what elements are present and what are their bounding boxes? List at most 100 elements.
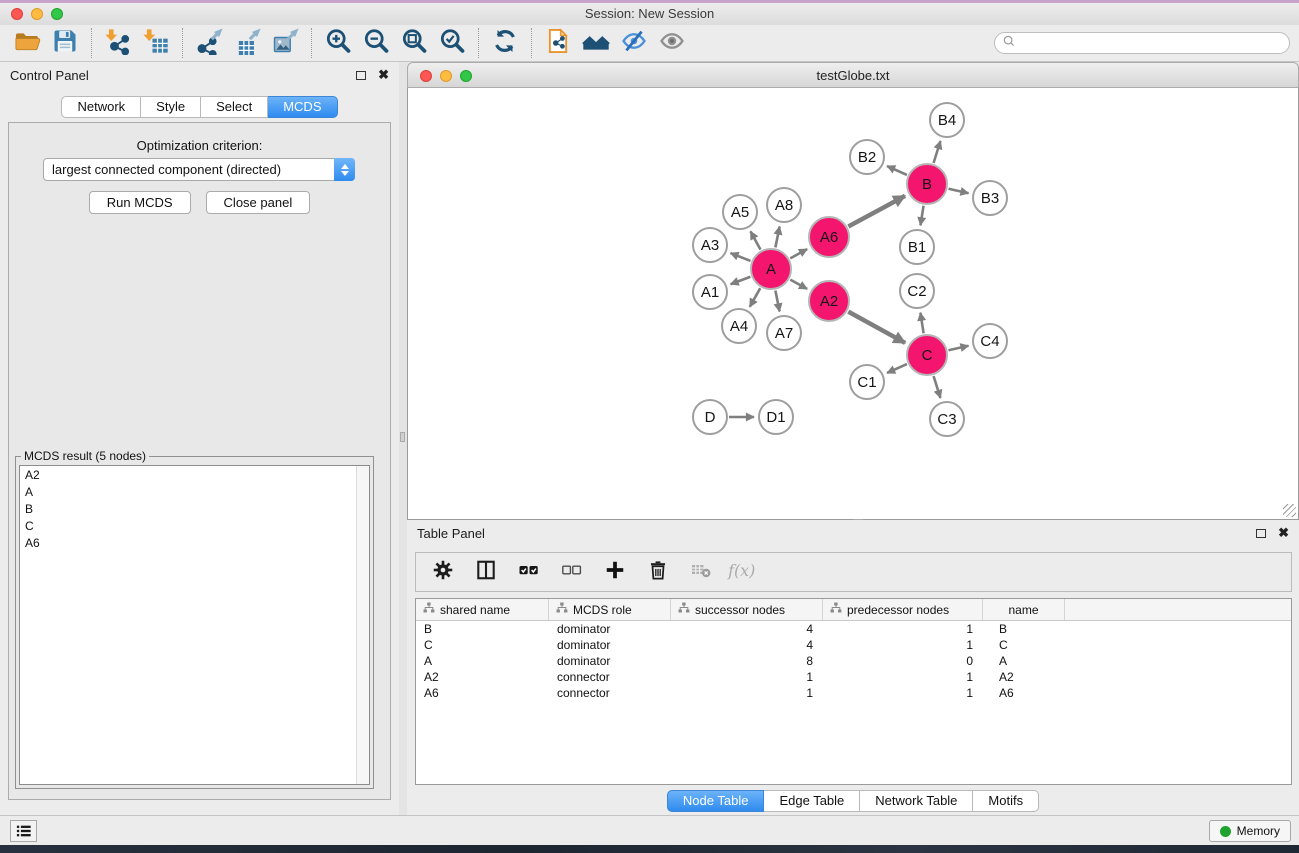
settings-button[interactable]	[430, 559, 456, 585]
graph-node-A[interactable]: A	[751, 249, 791, 289]
table-cell[interactable]: B	[983, 621, 1065, 637]
close-panel-button[interactable]: Close panel	[206, 191, 311, 214]
zoom-in-button[interactable]	[319, 27, 357, 59]
table-row[interactable]: A6connector11A6	[416, 685, 1291, 701]
delete-row-button[interactable]	[645, 559, 671, 585]
close-panel-icon[interactable]: ✖	[378, 70, 389, 80]
minimize-window-button[interactable]	[31, 8, 43, 20]
show-all-button[interactable]	[653, 27, 691, 59]
graph-node-B1[interactable]: B1	[900, 230, 934, 264]
graph-node-A4[interactable]: A4	[722, 309, 756, 343]
network-minimize-button[interactable]	[440, 70, 452, 82]
export-table-button[interactable]	[228, 27, 266, 59]
table-cell[interactable]: A2	[983, 669, 1065, 685]
optimization-criterion-dropdown[interactable]: largest connected component (directed)	[43, 158, 355, 181]
table-cell[interactable]: 4	[671, 621, 823, 637]
graph-node-C1[interactable]: C1	[850, 365, 884, 399]
splitter-grip[interactable]	[400, 432, 405, 442]
graph-node-D1[interactable]: D1	[759, 400, 793, 434]
graph-edge-A-A3[interactable]	[730, 253, 750, 261]
zoom-fit-button[interactable]	[395, 27, 433, 59]
save-session-button[interactable]	[46, 27, 84, 59]
tab-edge-table[interactable]: Edge Table	[764, 790, 860, 812]
graph-node-A6[interactable]: A6	[809, 217, 849, 257]
graph-node-C[interactable]: C	[907, 335, 947, 375]
column-header-successor-nodes[interactable]: successor nodes	[671, 599, 823, 620]
graph-node-A8[interactable]: A8	[767, 188, 801, 222]
table-cell[interactable]: 1	[823, 637, 983, 653]
graph-edge-C-C1[interactable]	[887, 364, 907, 373]
graph-node-A7[interactable]: A7	[767, 316, 801, 350]
scrollbar[interactable]	[356, 466, 369, 784]
table-cell[interactable]: 1	[823, 685, 983, 701]
table-cell[interactable]: dominator	[549, 637, 671, 653]
graph-node-A5[interactable]: A5	[723, 195, 757, 229]
result-list-item[interactable]: A2	[20, 466, 369, 483]
result-list-item[interactable]: C	[20, 517, 369, 534]
result-list-item[interactable]: A	[20, 483, 369, 500]
result-list-item[interactable]: B	[20, 500, 369, 517]
graph-edge-A6-B[interactable]	[848, 196, 905, 227]
refresh-button[interactable]	[486, 27, 524, 59]
table-cell[interactable]: B	[416, 621, 549, 637]
open-session-button[interactable]	[8, 27, 46, 59]
close-window-button[interactable]	[11, 8, 23, 20]
network-window-titlebar[interactable]: testGlobe.txt	[407, 62, 1299, 88]
graph-node-A3[interactable]: A3	[693, 228, 727, 262]
graph-node-A1[interactable]: A1	[693, 275, 727, 309]
column-header-name[interactable]: name	[983, 599, 1065, 620]
graph-edge-A-A2[interactable]	[790, 280, 807, 289]
graph-node-D[interactable]: D	[693, 400, 727, 434]
table-cell[interactable]: 0	[823, 653, 983, 669]
columns-button[interactable]	[473, 559, 499, 585]
home-button[interactable]	[577, 27, 615, 59]
resize-grip-icon[interactable]	[1283, 504, 1296, 517]
tab-select[interactable]: Select	[201, 96, 268, 118]
table-cell[interactable]: dominator	[549, 621, 671, 637]
graph-node-B3[interactable]: B3	[973, 181, 1007, 215]
search-field[interactable]	[994, 32, 1290, 54]
table-cell[interactable]: connector	[549, 685, 671, 701]
network-close-button[interactable]	[420, 70, 432, 82]
table-cell[interactable]: 1	[823, 669, 983, 685]
deselect-all-button[interactable]	[559, 559, 585, 585]
column-header-predecessor-nodes[interactable]: predecessor nodes	[823, 599, 983, 620]
table-cell[interactable]: C	[983, 637, 1065, 653]
table-row[interactable]: Bdominator41B	[416, 621, 1291, 637]
graph-edge-B-B1[interactable]	[920, 206, 923, 226]
search-input[interactable]	[1016, 36, 1289, 50]
table-cell[interactable]: 8	[671, 653, 823, 669]
export-network-button[interactable]	[190, 27, 228, 59]
table-cell[interactable]: 1	[671, 685, 823, 701]
import-network-button[interactable]	[99, 27, 137, 59]
graph-edge-C-C2[interactable]	[920, 313, 923, 334]
add-row-button[interactable]	[602, 559, 628, 585]
graph-node-C3[interactable]: C3	[930, 402, 964, 436]
import-table-button[interactable]	[137, 27, 175, 59]
graph-edge-A-A5[interactable]	[751, 231, 761, 249]
graph-node-C2[interactable]: C2	[900, 274, 934, 308]
table-cell[interactable]: 4	[671, 637, 823, 653]
result-list-item[interactable]: A6	[20, 534, 369, 551]
graph-edge-A-A6[interactable]	[790, 249, 807, 258]
graph-edge-B-B3[interactable]	[948, 189, 968, 193]
table-row[interactable]: Cdominator41C	[416, 637, 1291, 653]
tab-motifs[interactable]: Motifs	[973, 790, 1039, 812]
graph-node-C4[interactable]: C4	[973, 324, 1007, 358]
panel-splitter[interactable]	[399, 62, 407, 815]
graph-edge-A-A1[interactable]	[731, 277, 751, 284]
tab-network-table[interactable]: Network Table	[860, 790, 973, 812]
memory-button[interactable]: Memory	[1209, 820, 1291, 842]
table-cell[interactable]: A6	[983, 685, 1065, 701]
graph-edge-B-B4[interactable]	[934, 141, 941, 163]
table-cell[interactable]: C	[416, 637, 549, 653]
column-header-shared-name[interactable]: shared name	[416, 599, 549, 620]
graph-edge-A-A8[interactable]	[775, 227, 779, 248]
tab-mcds[interactable]: MCDS	[268, 96, 337, 118]
graph-node-A2[interactable]: A2	[809, 281, 849, 321]
float-table-panel-icon[interactable]	[1256, 529, 1266, 538]
zoom-out-button[interactable]	[357, 27, 395, 59]
network-canvas[interactable]: B4B2BB3A8A5A6A3B1AC2A1A2A4A7C4CC1C3DD1	[407, 88, 1299, 520]
graph-edge-C-C3[interactable]	[934, 376, 941, 398]
table-cell[interactable]: A	[983, 653, 1065, 669]
